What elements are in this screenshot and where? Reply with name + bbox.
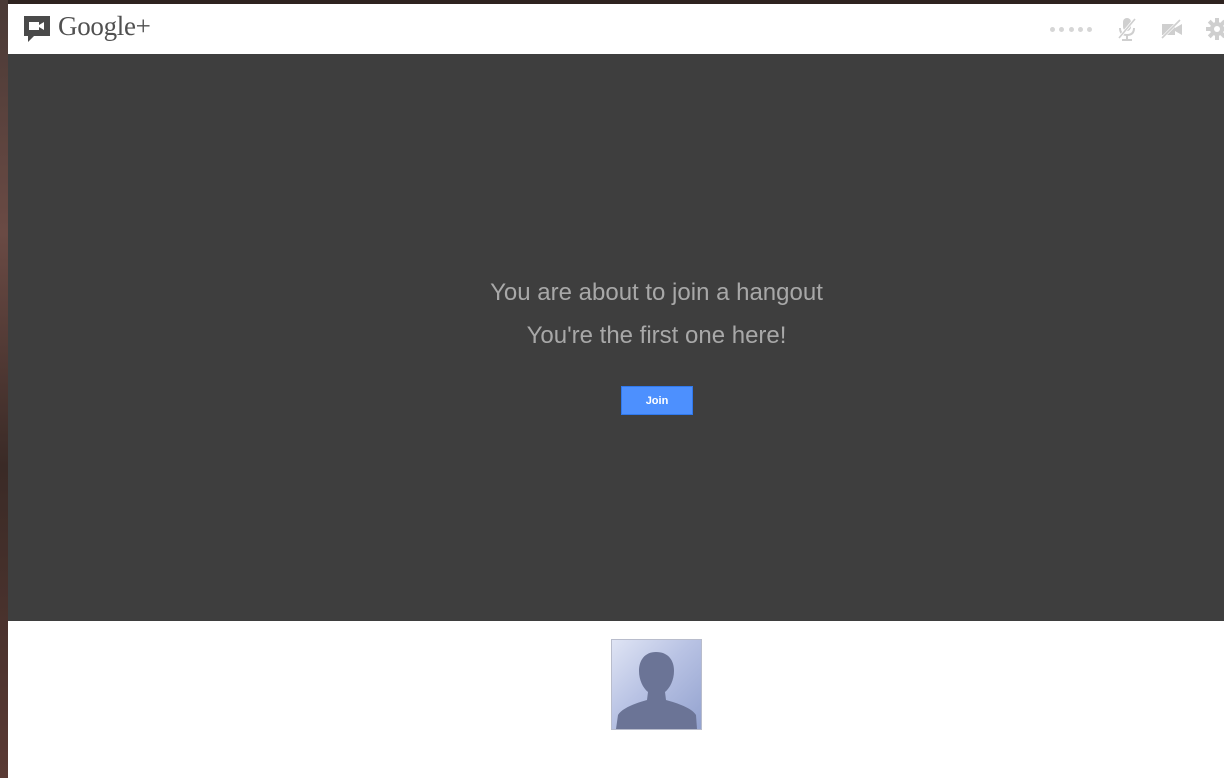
participant-filmstrip — [8, 621, 1224, 778]
header-bar: Google+ — [8, 4, 1224, 55]
brand-title: Google+ — [58, 11, 151, 41]
mic-mute-button[interactable] — [1114, 16, 1140, 42]
video-stage: You are about to join a hangout You're t… — [8, 54, 1224, 621]
default-avatar-icon — [616, 652, 697, 729]
camera-off-icon — [1160, 18, 1182, 40]
avatar[interactable] — [611, 639, 702, 730]
first-here-text: You're the first one here! — [526, 322, 787, 349]
mic-mute-icon — [1117, 18, 1137, 41]
settings-button[interactable] — [1204, 16, 1224, 42]
hangouts-logo-icon — [24, 16, 50, 42]
join-prompt-text: You are about to join a hangout — [490, 279, 823, 306]
signal-dots-icon — [1050, 16, 1092, 42]
gear-icon — [1206, 18, 1224, 40]
call-toolbar — [1050, 16, 1224, 42]
hangout-window: Google+ You are about to join a hangout … — [8, 4, 1224, 778]
join-button[interactable]: Join — [621, 386, 693, 415]
camera-off-button[interactable] — [1159, 16, 1185, 42]
desktop-strip-left — [0, 0, 8, 778]
